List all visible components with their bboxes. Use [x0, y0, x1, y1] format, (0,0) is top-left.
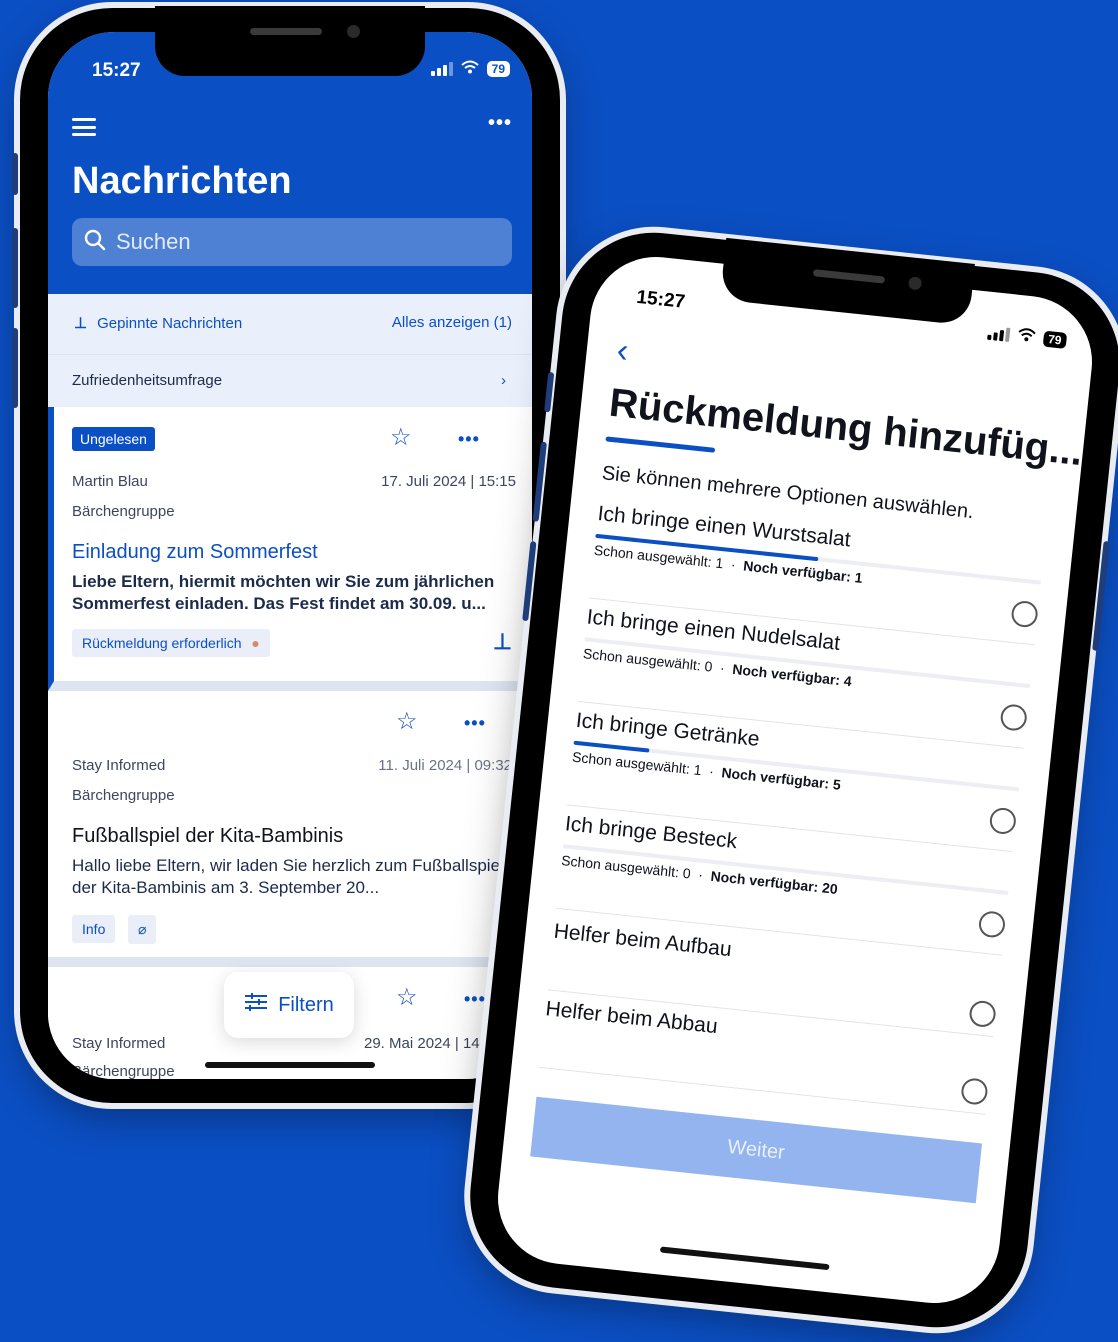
pinned-messages-link[interactable]: ⊥ Gepinnte Nachrichten: [74, 314, 243, 333]
star-icon[interactable]: ☆: [396, 707, 418, 736]
message-group: Bärchengruppe: [72, 787, 175, 804]
search-icon: [84, 229, 106, 256]
message-group: Bärchengruppe: [72, 1063, 175, 1079]
page-title: Nachrichten: [72, 160, 292, 202]
more-options-icon[interactable]: •••: [488, 112, 512, 135]
star-icon[interactable]: ☆: [390, 423, 412, 452]
message-sender: Martin Blau: [72, 473, 148, 490]
tag-label: Rückmeldung erforderlich: [82, 635, 242, 651]
pinned-item-label: Zufriedenheitsumfrage: [72, 372, 223, 389]
status-icons: 79: [430, 60, 510, 78]
search-bar[interactable]: [72, 218, 512, 266]
notch: [155, 6, 425, 76]
battery-icon: 79: [1042, 330, 1068, 349]
info-tag: Info: [72, 915, 116, 943]
messages-screen: 15:27 79 ••• Nachrichten ⊥ Gepinnte: [48, 32, 532, 1079]
volume-up-button: [12, 228, 18, 308]
title-underline: [605, 436, 716, 453]
more-options-icon[interactable]: •••: [464, 713, 486, 734]
attachment-icon: ⌀: [128, 915, 157, 944]
hamburger-menu-icon[interactable]: [72, 118, 96, 136]
status-time: 15:27: [635, 286, 687, 313]
volume-down-button: [12, 328, 18, 408]
pin-icon[interactable]: ⊥: [493, 629, 512, 655]
phone-feedback: 15:27 79 ‹ Rückmeldung hinzufüg... Sie k…: [461, 223, 1118, 1337]
filter-button[interactable]: Filtern: [224, 972, 354, 1038]
phone-messages: 15:27 79 ••• Nachrichten ⊥ Gepinnte: [12, 6, 560, 1103]
star-icon[interactable]: ☆: [396, 983, 418, 1012]
message-sender: Stay Informed: [72, 757, 166, 774]
show-all-link[interactable]: Alles anzeigen (1): [392, 314, 512, 331]
power-button: [1092, 540, 1110, 651]
status-icons: 79: [986, 324, 1068, 350]
message-card[interactable]: ☆ ••• Stay Informed 11. Juli 2024 | 09:3…: [48, 691, 532, 967]
back-chevron-icon[interactable]: ‹: [615, 331, 630, 371]
wifi-icon: [460, 60, 479, 78]
message-preview: Hallo liebe Eltern, wir laden Sie herzli…: [72, 856, 504, 897]
message-date: 17. Juli 2024 | 15:15: [381, 473, 516, 490]
page-title: Rückmeldung hinzufüg...: [607, 380, 1085, 475]
message-date: 29. Mai 2024 | 14: [364, 1035, 480, 1052]
sliders-icon: [244, 992, 268, 1018]
option-radio[interactable]: [968, 999, 997, 1029]
feedback-screen: 15:27 79 ‹ Rückmeldung hinzufüg... Sie k…: [491, 250, 1099, 1310]
pinned-label: Gepinnte Nachrichten: [97, 314, 243, 332]
option-radio[interactable]: [960, 1077, 989, 1106]
message-card[interactable]: Ungelesen ☆ ••• Martin Blau 17. Juli 202…: [48, 407, 532, 691]
person-icon: ●: [251, 635, 260, 651]
message-title: Einladung zum Sommerfest: [72, 541, 318, 563]
message-preview: Liebe Eltern, hiermit möchten wir Sie zu…: [72, 572, 495, 613]
feedback-required-tag: Rückmeldung erforderlich ●: [72, 629, 270, 657]
message-group: Bärchengruppe: [72, 503, 175, 520]
home-indicator: [659, 1246, 830, 1271]
filter-label: Filtern: [278, 993, 334, 1016]
signal-icon: [430, 62, 453, 76]
more-options-icon[interactable]: •••: [464, 989, 486, 1010]
unread-badge: Ungelesen: [72, 427, 155, 451]
mute-switch: [12, 153, 18, 195]
battery-icon: 79: [486, 61, 510, 77]
message-sender: Stay Informed: [72, 1035, 166, 1052]
message-date: 11. Juli 2024 | 09:32: [378, 757, 512, 774]
chevron-right-icon: ›: [501, 372, 506, 389]
pinned-item-survey[interactable]: Zufriedenheitsumfrage ›: [48, 354, 532, 407]
pin-icon: ⊥: [74, 315, 88, 332]
more-options-icon[interactable]: •••: [458, 429, 480, 450]
pinned-messages-bar: ⊥ Gepinnte Nachrichten Alles anzeigen (1…: [48, 294, 532, 354]
search-input[interactable]: [114, 228, 458, 256]
message-title: Fußballspiel der Kita-Bambinis: [72, 825, 344, 847]
home-indicator: [205, 1062, 375, 1068]
signal-icon: [986, 326, 1011, 342]
wifi-icon: [1016, 327, 1036, 347]
continue-button[interactable]: Weiter: [530, 1096, 983, 1204]
status-time: 15:27: [92, 60, 141, 81]
